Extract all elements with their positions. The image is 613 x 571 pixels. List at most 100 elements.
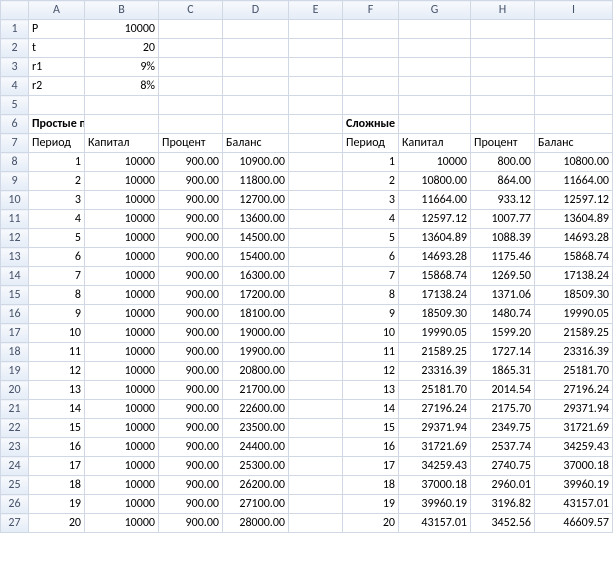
cell-I20[interactable]: 27196.24 xyxy=(535,381,613,400)
cell-I3[interactable] xyxy=(535,58,613,77)
cell-C24[interactable]: 900.00 xyxy=(159,457,223,476)
row-header-5[interactable]: 5 xyxy=(1,96,29,115)
cell-H6[interactable] xyxy=(471,115,535,134)
cell-B10[interactable]: 10000 xyxy=(85,191,159,210)
cell-E26[interactable] xyxy=(289,495,343,514)
row-header-22[interactable]: 22 xyxy=(1,419,29,438)
cell-B6[interactable] xyxy=(85,115,159,134)
cell-H8[interactable]: 800.00 xyxy=(471,153,535,172)
cell-I25[interactable]: 39960.19 xyxy=(535,476,613,495)
cell-E4[interactable] xyxy=(289,77,343,96)
cell-A5[interactable] xyxy=(29,96,85,115)
cell-C19[interactable]: 900.00 xyxy=(159,362,223,381)
cell-G13[interactable]: 14693.28 xyxy=(399,248,471,267)
cell-E22[interactable] xyxy=(289,419,343,438)
cell-B24[interactable]: 10000 xyxy=(85,457,159,476)
cell-F12[interactable]: 5 xyxy=(343,229,399,248)
cell-A27[interactable]: 20 xyxy=(29,514,85,533)
row-header-21[interactable]: 21 xyxy=(1,400,29,419)
cell-H24[interactable]: 2740.75 xyxy=(471,457,535,476)
cell-F11[interactable]: 4 xyxy=(343,210,399,229)
cell-H23[interactable]: 2537.74 xyxy=(471,438,535,457)
cell-I1[interactable] xyxy=(535,20,613,39)
cell-B23[interactable]: 10000 xyxy=(85,438,159,457)
cell-B19[interactable]: 10000 xyxy=(85,362,159,381)
cell-F1[interactable] xyxy=(343,20,399,39)
cell-A25[interactable]: 18 xyxy=(29,476,85,495)
row-header-3[interactable]: 3 xyxy=(1,58,29,77)
cell-E12[interactable] xyxy=(289,229,343,248)
cell-D21[interactable]: 22600.00 xyxy=(223,400,289,419)
cell-G2[interactable] xyxy=(399,39,471,58)
row-header-23[interactable]: 23 xyxy=(1,438,29,457)
cell-E27[interactable] xyxy=(289,514,343,533)
cell-H15[interactable]: 1371.06 xyxy=(471,286,535,305)
cell-D26[interactable]: 27100.00 xyxy=(223,495,289,514)
cell-D15[interactable]: 17200.00 xyxy=(223,286,289,305)
cell-H20[interactable]: 2014.54 xyxy=(471,381,535,400)
cell-F17[interactable]: 10 xyxy=(343,324,399,343)
cell-G18[interactable]: 21589.25 xyxy=(399,343,471,362)
row-header-4[interactable]: 4 xyxy=(1,77,29,96)
cell-E5[interactable] xyxy=(289,96,343,115)
cell-C12[interactable]: 900.00 xyxy=(159,229,223,248)
cell-B11[interactable]: 10000 xyxy=(85,210,159,229)
cell-I17[interactable]: 21589.25 xyxy=(535,324,613,343)
cell-B13[interactable]: 10000 xyxy=(85,248,159,267)
row-header-24[interactable]: 24 xyxy=(1,457,29,476)
cell-A15[interactable]: 8 xyxy=(29,286,85,305)
cell-D1[interactable] xyxy=(223,20,289,39)
cell-F5[interactable] xyxy=(343,96,399,115)
col-header-F[interactable]: F xyxy=(343,1,399,20)
cell-A19[interactable]: 12 xyxy=(29,362,85,381)
cell-D9[interactable]: 11800.00 xyxy=(223,172,289,191)
cell-F3[interactable] xyxy=(343,58,399,77)
cell-H5[interactable] xyxy=(471,96,535,115)
cell-B27[interactable]: 10000 xyxy=(85,514,159,533)
cell-E14[interactable] xyxy=(289,267,343,286)
cell-E18[interactable] xyxy=(289,343,343,362)
hdr-simple-percent[interactable]: Процент xyxy=(159,134,223,153)
cell-D8[interactable]: 10900.00 xyxy=(223,153,289,172)
cell-H25[interactable]: 2960.01 xyxy=(471,476,535,495)
cell-D14[interactable]: 16300.00 xyxy=(223,267,289,286)
row-header-18[interactable]: 18 xyxy=(1,343,29,362)
cell-A11[interactable]: 4 xyxy=(29,210,85,229)
cell-C10[interactable]: 900.00 xyxy=(159,191,223,210)
cell-A26[interactable]: 19 xyxy=(29,495,85,514)
cell-I2[interactable] xyxy=(535,39,613,58)
cell-E17[interactable] xyxy=(289,324,343,343)
row-header-6[interactable]: 6 xyxy=(1,115,29,134)
cell-E13[interactable] xyxy=(289,248,343,267)
row-header-12[interactable]: 12 xyxy=(1,229,29,248)
cell-C5[interactable] xyxy=(159,96,223,115)
cell-D6[interactable] xyxy=(223,115,289,134)
cell-D24[interactable]: 25300.00 xyxy=(223,457,289,476)
cell-E10[interactable] xyxy=(289,191,343,210)
row-header-11[interactable]: 11 xyxy=(1,210,29,229)
row-header-19[interactable]: 19 xyxy=(1,362,29,381)
cell-F16[interactable]: 9 xyxy=(343,305,399,324)
cell-I15[interactable]: 18509.30 xyxy=(535,286,613,305)
row-header-13[interactable]: 13 xyxy=(1,248,29,267)
cell-G3[interactable] xyxy=(399,58,471,77)
row-header-8[interactable]: 8 xyxy=(1,153,29,172)
cell-G8[interactable]: 10000 xyxy=(399,153,471,172)
cell-A10[interactable]: 3 xyxy=(29,191,85,210)
cell-F24[interactable]: 17 xyxy=(343,457,399,476)
cell-H18[interactable]: 1727.14 xyxy=(471,343,535,362)
cell-G26[interactable]: 39960.19 xyxy=(399,495,471,514)
cell-I24[interactable]: 37000.18 xyxy=(535,457,613,476)
hdr-compound-percent[interactable]: Процент xyxy=(471,134,535,153)
cell-H1[interactable] xyxy=(471,20,535,39)
cell-B22[interactable]: 10000 xyxy=(85,419,159,438)
cell-D23[interactable]: 24400.00 xyxy=(223,438,289,457)
cell-H26[interactable]: 3196.82 xyxy=(471,495,535,514)
cell-C16[interactable]: 900.00 xyxy=(159,305,223,324)
cell-F22[interactable]: 15 xyxy=(343,419,399,438)
cell-B1[interactable]: 10000 xyxy=(85,20,159,39)
cell-C20[interactable]: 900.00 xyxy=(159,381,223,400)
cell-I27[interactable]: 46609.57 xyxy=(535,514,613,533)
cell-I10[interactable]: 12597.12 xyxy=(535,191,613,210)
cell-H4[interactable] xyxy=(471,77,535,96)
